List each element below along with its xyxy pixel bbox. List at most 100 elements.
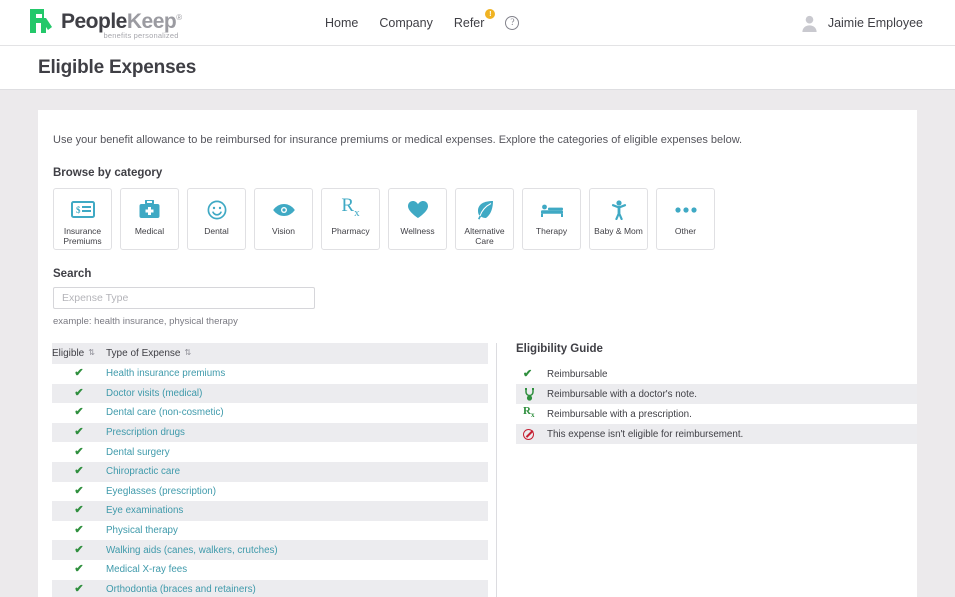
nav-label-refer: Refer bbox=[453, 16, 485, 30]
table-row[interactable]: ✔ Eye examinations bbox=[52, 501, 488, 521]
eligibility-guide-column: Eligibility Guide ✔ Reimbursable Reimbur… bbox=[497, 343, 917, 597]
table-row[interactable]: ✔ Physical therapy bbox=[52, 521, 488, 541]
baby-person-icon bbox=[611, 199, 627, 220]
column-header-eligible-label: Eligible bbox=[52, 348, 85, 359]
category-label: Vision bbox=[272, 226, 295, 236]
brand-name-part1: People bbox=[61, 9, 127, 33]
eye-icon bbox=[272, 199, 296, 220]
table-row[interactable]: ✔ Doctor visits (medical) bbox=[52, 383, 488, 404]
expense-name-cell: Orthodontia (braces and retainers) bbox=[106, 579, 488, 597]
expenses-table-column: Eligible ⇅ Type of Expense ⇅ ✔ Health insur… bbox=[52, 343, 488, 597]
expense-link[interactable]: Doctor visits (medical) bbox=[106, 388, 202, 399]
expense-name-cell: Prescription drugs bbox=[106, 422, 488, 443]
category-tile-medical[interactable]: Medical bbox=[120, 188, 179, 250]
guide-item-reimbursable: ✔ Reimbursable bbox=[516, 364, 917, 384]
category-label: Wellness bbox=[400, 226, 435, 236]
expense-name-cell: Chiropractic care bbox=[106, 461, 488, 482]
expense-link[interactable]: Health insurance premiums bbox=[106, 368, 225, 379]
expense-name-cell: Medical X-ray fees bbox=[106, 560, 488, 580]
column-header-type-label: Type of Expense bbox=[106, 348, 181, 359]
search-section: Search example: health insurance, physic… bbox=[53, 268, 917, 327]
help-question-icon[interactable]: ? bbox=[505, 16, 520, 30]
expense-link[interactable]: Eyeglasses (prescription) bbox=[106, 486, 216, 497]
category-tile-baby-and-mom[interactable]: Baby & Mom bbox=[589, 188, 648, 250]
expense-name-cell: Eyeglasses (prescription) bbox=[106, 482, 488, 502]
nav-item-home[interactable]: Home bbox=[325, 16, 358, 30]
category-label: Insurance Premiums bbox=[63, 226, 102, 246]
check-icon: ✔ bbox=[74, 504, 84, 517]
table-row[interactable]: ✔ Chiropractic care bbox=[52, 461, 488, 482]
page-title: Eligible Expenses bbox=[38, 56, 197, 78]
guide-item-label: Reimbursable with a prescription. bbox=[547, 408, 692, 420]
table-row[interactable]: ✔ Orthodontia (braces and retainers) bbox=[52, 579, 488, 597]
category-label: Other bbox=[674, 226, 697, 236]
expenses-table-body: ✔ Health insurance premiums ✔ Doctor visits… bbox=[52, 364, 488, 597]
brand-logo[interactable]: PeopleKeep® benefits personalized bbox=[28, 6, 182, 40]
brand-wordmark: PeopleKeep® bbox=[61, 6, 182, 33]
user-menu[interactable]: Jaimie Employee bbox=[800, 0, 923, 46]
category-label: Dental bbox=[204, 226, 229, 236]
expense-name-cell: Walking aids (canes, walkers, crutches) bbox=[106, 540, 488, 560]
table-row[interactable]: ✔ Dental surgery bbox=[52, 442, 488, 462]
check-icon: ✔ bbox=[74, 543, 84, 556]
category-tile-insurance-premiums[interactable]: $ Insurance Premiums bbox=[53, 188, 112, 250]
user-name-label: Jaimie Employee bbox=[827, 16, 923, 30]
category-tile-alternative-care[interactable]: Alternative Care bbox=[455, 188, 514, 250]
guide-item-prescription: Rx Reimbursable with a prescription. bbox=[516, 404, 917, 424]
expense-link[interactable]: Prescription drugs bbox=[106, 427, 185, 438]
nav-item-refer[interactable]: Refer ! bbox=[453, 9, 496, 30]
table-row[interactable]: ✔ Dental care (non-cosmetic) bbox=[52, 403, 488, 423]
expenses-table-head: Eligible ⇅ Type of Expense ⇅ bbox=[52, 343, 488, 364]
expense-link[interactable]: Dental care (non-cosmetic) bbox=[106, 407, 224, 418]
expense-link[interactable]: Medical X-ray fees bbox=[106, 564, 187, 575]
expense-link[interactable]: Dental surgery bbox=[106, 447, 170, 458]
eligibility-status-cell: ✔ bbox=[52, 422, 106, 443]
expense-name-cell: Physical therapy bbox=[106, 521, 488, 541]
table-row[interactable]: ✔ Health insurance premiums bbox=[52, 364, 488, 384]
column-header-type-of-expense[interactable]: Type of Expense ⇅ bbox=[106, 343, 488, 364]
expense-name-cell: Eye examinations bbox=[106, 501, 488, 521]
category-tile-wellness[interactable]: Wellness bbox=[388, 188, 447, 250]
expense-link[interactable]: Chiropractic care bbox=[106, 466, 180, 477]
massage-bed-icon bbox=[540, 199, 564, 220]
expense-name-cell: Dental care (non-cosmetic) bbox=[106, 403, 488, 423]
table-row[interactable]: ✔ Walking aids (canes, walkers, crutches) bbox=[52, 540, 488, 560]
category-tile-pharmacy[interactable]: Rx Pharmacy bbox=[321, 188, 380, 250]
column-header-eligible[interactable]: Eligible ⇅ bbox=[52, 343, 106, 364]
check-icon: ✔ bbox=[74, 465, 84, 478]
check-icon: ✔ bbox=[74, 582, 84, 595]
check-icon: ✔ bbox=[523, 367, 533, 380]
eligibility-status-cell: ✔ bbox=[52, 461, 106, 482]
rx-icon: Rx bbox=[523, 405, 535, 420]
category-tile-therapy[interactable]: Therapy bbox=[522, 188, 581, 250]
primary-nav: Home Company Refer ! ? bbox=[325, 0, 520, 46]
check-icon: ✔ bbox=[74, 524, 84, 537]
table-row[interactable]: ✔ Medical X-ray fees bbox=[52, 560, 488, 580]
expense-link[interactable]: Eye examinations bbox=[106, 505, 183, 516]
expense-link[interactable]: Physical therapy bbox=[106, 525, 178, 536]
category-label: Therapy bbox=[535, 226, 568, 236]
category-tile-dental[interactable]: Dental bbox=[187, 188, 246, 250]
search-input[interactable] bbox=[53, 287, 315, 309]
category-tile-other[interactable]: Other bbox=[656, 188, 715, 250]
check-icon: ✔ bbox=[74, 563, 84, 576]
eligibility-status-cell: ✔ bbox=[52, 442, 106, 462]
top-navigation-bar: PeopleKeep® benefits personalized Home C… bbox=[0, 0, 955, 46]
expense-link[interactable]: Orthodontia (braces and retainers) bbox=[106, 584, 256, 595]
svg-text:$: $ bbox=[76, 205, 81, 215]
guide-item-label: Reimbursable with a doctor's note. bbox=[547, 388, 697, 400]
page-title-bar: Eligible Expenses bbox=[0, 46, 955, 90]
table-row[interactable]: ✔ Eyeglasses (prescription) bbox=[52, 482, 488, 502]
category-tile-vision[interactable]: Vision bbox=[254, 188, 313, 250]
eligibility-status-cell: ✔ bbox=[52, 560, 106, 580]
eligibility-guide-title: Eligibility Guide bbox=[516, 343, 603, 355]
expense-name-cell: Health insurance premiums bbox=[106, 364, 488, 384]
check-icon: ✔ bbox=[74, 367, 84, 380]
expense-link[interactable]: Walking aids (canes, walkers, crutches) bbox=[106, 545, 278, 556]
doctor-note-icon bbox=[523, 387, 545, 401]
table-row[interactable]: ✔ Prescription drugs bbox=[52, 422, 488, 443]
nav-item-company[interactable]: Company bbox=[379, 16, 433, 30]
eligibility-status-cell: ✔ bbox=[52, 579, 106, 597]
ellipsis-icon bbox=[674, 199, 697, 220]
content-area: Use your benefit allowance to be reimbur… bbox=[0, 90, 955, 597]
